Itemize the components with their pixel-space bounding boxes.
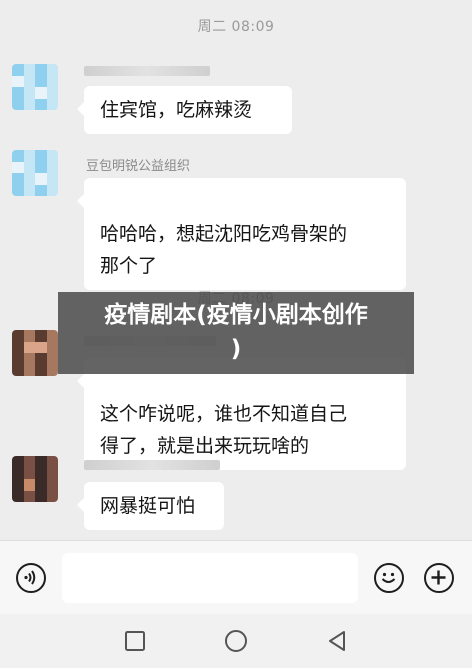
- avatar[interactable]: [12, 456, 58, 502]
- system-nav-bar: [0, 614, 472, 668]
- avatar[interactable]: [12, 150, 58, 196]
- emoji-icon[interactable]: [374, 563, 404, 593]
- timestamp: 周二 08:09: [197, 19, 275, 35]
- message-bubble[interactable]: 哈哈哈，想起沈阳吃鸡骨架的 那个了: [77, 178, 406, 290]
- message-text: 网暴挺可怕: [100, 495, 196, 517]
- message-bubble[interactable]: 这个咋说呢，谁也不知道自己 得了，就是出来玩玩啥的: [77, 358, 406, 470]
- avatar[interactable]: [12, 64, 58, 110]
- sender-name-blurred: [84, 66, 210, 76]
- circle-nav-icon[interactable]: [224, 629, 248, 653]
- chat-input-bar: [0, 540, 472, 615]
- title-overlay-banner: 疫情剧本(疫情小剧本创作 ): [58, 292, 414, 374]
- square-nav-icon[interactable]: [124, 630, 146, 652]
- sender-name-blurred: [84, 460, 220, 470]
- add-icon[interactable]: [424, 563, 454, 593]
- message-input[interactable]: [62, 553, 358, 603]
- avatar[interactable]: [12, 330, 58, 376]
- message-text: 住宾馆，吃麻辣烫: [100, 99, 253, 121]
- sender-name: 豆包明锐公益组织: [86, 159, 191, 174]
- message-bubble[interactable]: 住宾馆，吃麻辣烫: [77, 86, 292, 134]
- message-bubble[interactable]: 网暴挺可怕: [77, 482, 224, 530]
- overlay-title: 疫情剧本(疫情小剧本创作 ): [104, 302, 368, 362]
- triangle-nav-icon[interactable]: [326, 629, 348, 653]
- message-text: 哈哈哈，想起沈阳吃鸡骨架的 那个了: [100, 223, 348, 277]
- voice-icon[interactable]: [16, 563, 46, 593]
- message-text: 这个咋说呢，谁也不知道自己 得了，就是出来玩玩啥的: [100, 403, 348, 457]
